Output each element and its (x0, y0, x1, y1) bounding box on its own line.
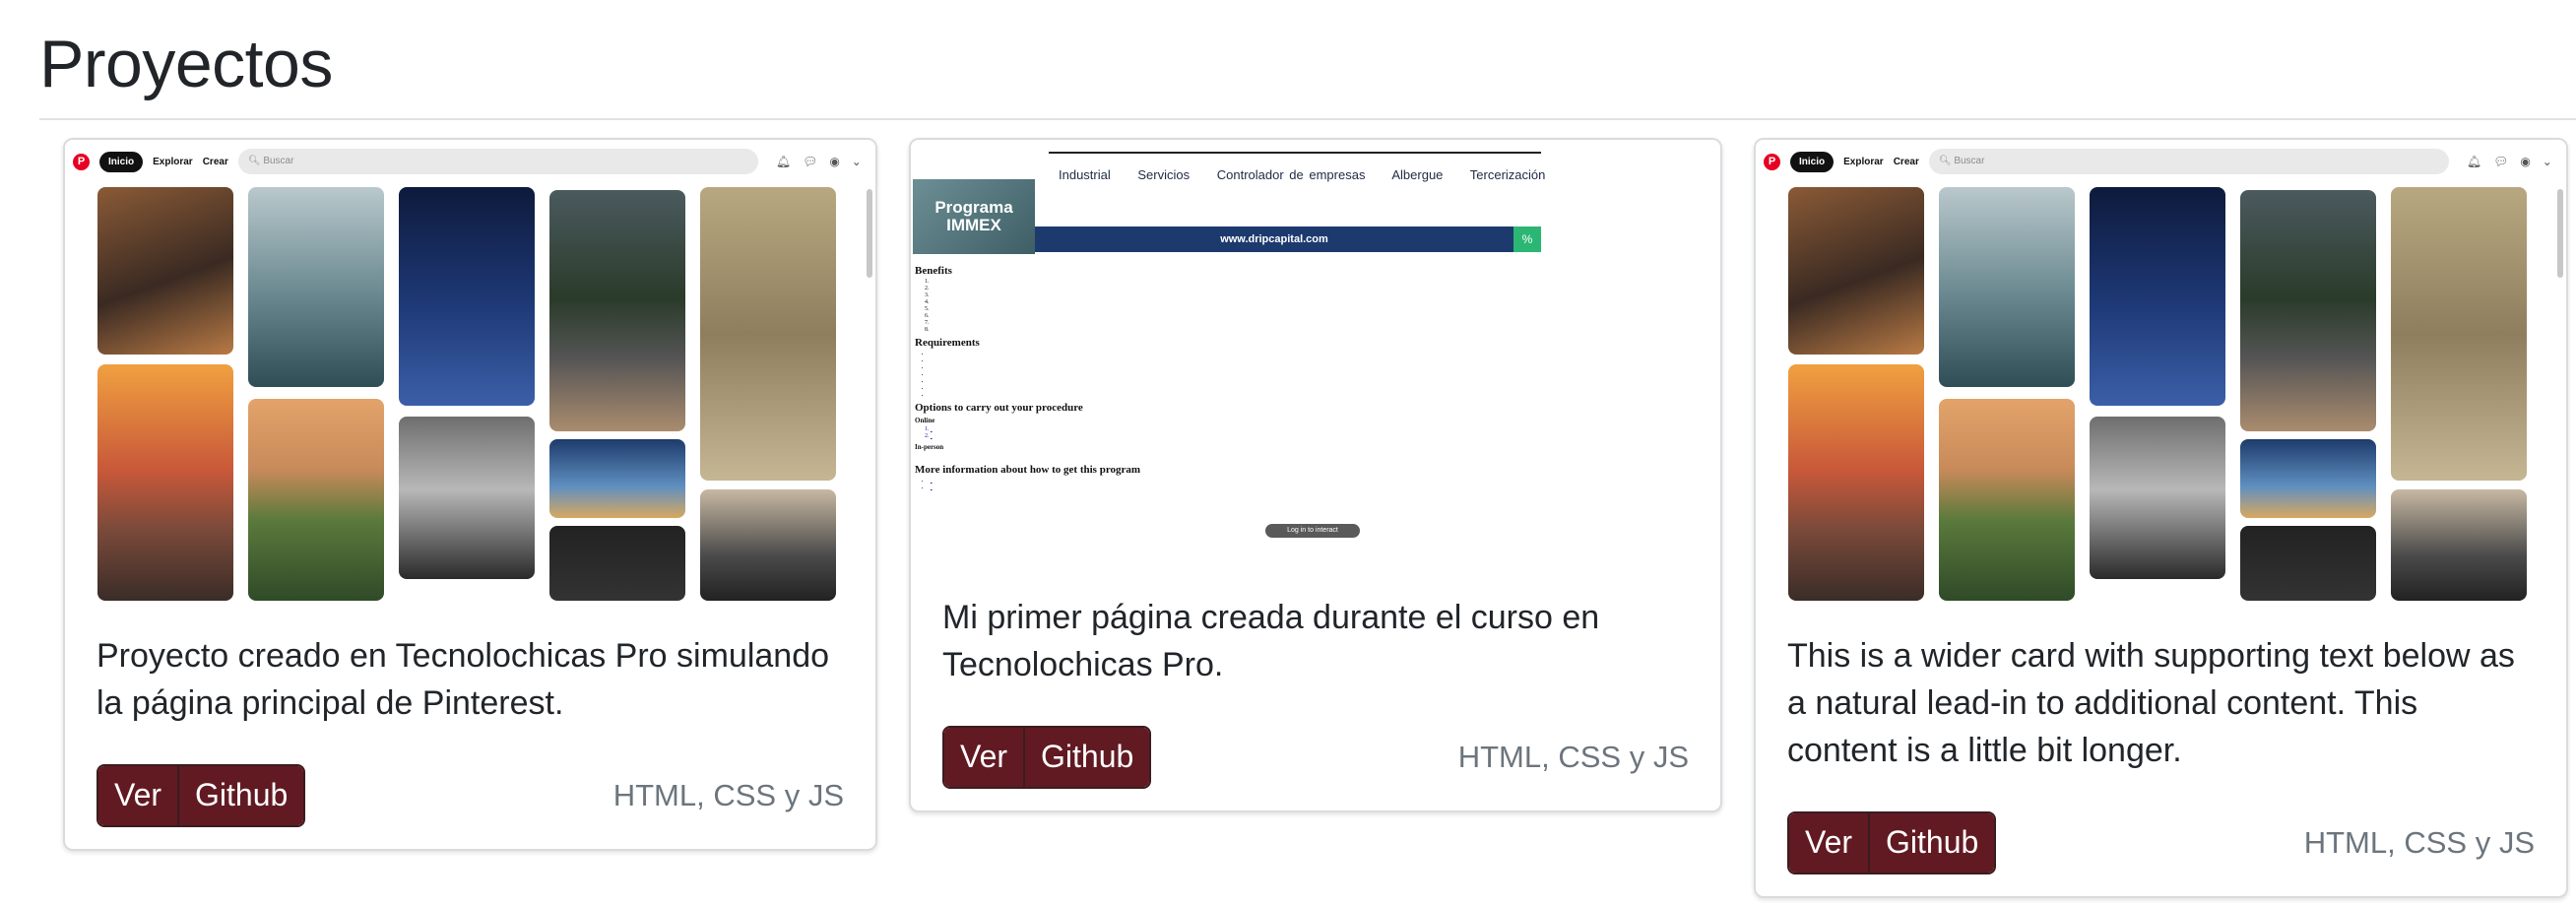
pin-street-fashion (2090, 417, 2225, 579)
pin-karst-lake (248, 187, 384, 387)
pinterest-navbar: P Inicio Explorar Crear 🔍︎ Buscar 🔔︎💬︎◉⌄ (1756, 140, 2566, 183)
card-body: Mi primer página creada durante el curso… (942, 594, 1689, 789)
tech-stack-label: HTML, CSS y JS (1457, 740, 1689, 774)
immex-nav-item: Tercerización (1469, 167, 1546, 182)
github-button[interactable]: Github (1023, 728, 1150, 787)
card-button-group: Ver Github (1787, 811, 1997, 874)
tech-stack-label: HTML, CSS y JS (612, 778, 844, 812)
pinterest-create-link: Crear (1893, 156, 1919, 167)
project-screenshot: Industrial Servicios Controlador de empr… (911, 140, 1720, 562)
card-description: Proyecto creado en Tecnolochicas Pro sim… (97, 637, 830, 722)
immex-benefits-list (931, 279, 1427, 334)
view-button[interactable]: Ver (1789, 813, 1869, 873)
pinterest-create-link: Crear (202, 156, 228, 167)
pin-autumn-leaves (1788, 187, 1924, 355)
pinterest-home-link: Inicio (1790, 151, 1835, 172)
project-card-pinterest: P Inicio Explorar Crear 🔍︎ Buscar 🔔︎💬︎◉⌄… (63, 138, 877, 851)
card-button-group: Ver Github (97, 764, 306, 827)
pin-prada-store (2240, 526, 2376, 601)
github-button[interactable]: Github (177, 766, 304, 825)
immex-banner: Programa IMMEX (913, 179, 1035, 254)
immex-heading: Benefits (915, 265, 952, 277)
immex-nav-item: Albergue (1391, 167, 1444, 182)
project-card-wide: P Inicio Explorar Crear 🔍︎ Buscar 🔔︎💬︎◉⌄… (1754, 138, 2568, 898)
immex-nav-item: Servicios (1137, 167, 1191, 182)
card-body: This is a wider card with supporting tex… (1787, 632, 2535, 874)
pinterest-action-icons: 🔔︎💬︎◉⌄ (775, 155, 873, 168)
immex-heading: More information about how to get this p… (915, 464, 1141, 476)
pin-city-skyline (700, 489, 836, 601)
immex-online-links (931, 426, 1427, 440)
pin-prada-store (549, 526, 685, 601)
pinterest-explore-link: Explorar (153, 156, 193, 167)
immex-heading: Options to carry out your procedure (915, 402, 1083, 414)
project-screenshot: P Inicio Explorar Crear 🔍︎ Buscar 🔔︎💬︎◉⌄ (65, 140, 875, 601)
pin-building (700, 187, 836, 481)
pinterest-search-input: 🔍︎ Buscar (237, 149, 758, 174)
immex-brand-icon: % (1513, 226, 1541, 252)
pin-city-skyline (2391, 489, 2527, 601)
pin-building (2391, 187, 2527, 481)
card-description: Mi primer página creada durante el curso… (942, 599, 1600, 683)
immex-heading: Online (915, 417, 935, 424)
immex-nav-item: Industrial (1059, 167, 1111, 182)
title-divider (39, 118, 2576, 120)
github-button[interactable]: Github (1868, 813, 1995, 873)
view-button[interactable]: Ver (98, 766, 178, 825)
immex-url-bar: www.dripcapital.com (1035, 226, 1513, 252)
pin-sunset-bridge (97, 364, 233, 601)
immex-navbar: Industrial Servicios Controlador de empr… (1059, 167, 1567, 182)
immex-more-links (931, 478, 1427, 491)
pin-pyramid (399, 187, 535, 406)
pinterest-explore-link: Explorar (1843, 156, 1884, 167)
card-footer: Ver Github HTML, CSS y JS (97, 764, 844, 827)
pin-guitar-player (549, 190, 685, 431)
pinterest-action-icons: 🔔︎💬︎◉⌄ (2466, 155, 2564, 168)
pinterest-search-input: 🔍︎ Buscar (1928, 149, 2449, 174)
immex-header-line (1049, 140, 1541, 154)
immex-address-line (915, 453, 1427, 461)
immex-heading: In-person (915, 443, 944, 451)
pin-green-valley (248, 399, 384, 601)
card-footer: Ver Github HTML, CSS y JS (942, 726, 1689, 789)
pin-pyramid (2090, 187, 2225, 406)
pin-autumn-leaves (97, 187, 233, 355)
pin-karst-lake (1939, 187, 2075, 387)
card-button-group: Ver Github (942, 726, 1152, 789)
screenshot-scrollbar (2557, 189, 2563, 278)
immex-heading: Requirements (915, 337, 980, 349)
pinterest-logo-icon: P (73, 153, 90, 170)
pin-guitar-player (2240, 190, 2376, 431)
pinterest-navbar: P Inicio Explorar Crear 🔍︎ Buscar 🔔︎💬︎◉⌄ (65, 140, 875, 183)
card-footer: Ver Github HTML, CSS y JS (1787, 811, 2535, 874)
pin-sunset-person (2240, 439, 2376, 518)
pinterest-logo-icon: P (1764, 153, 1780, 170)
pin-street-fashion (399, 417, 535, 579)
pin-sunset-person (549, 439, 685, 518)
immex-nav-item: Controlador de empresas (1216, 167, 1366, 182)
immex-document: Benefits Requirements Options to carry o… (915, 262, 1427, 491)
page-title: Proyectos (39, 27, 333, 101)
pin-sunset-bridge (1788, 364, 1924, 601)
pin-green-valley (1939, 399, 2075, 601)
view-button[interactable]: Ver (944, 728, 1024, 787)
pinterest-home-link: Inicio (99, 151, 144, 172)
immex-requirements-list (931, 351, 1427, 399)
screenshot-scrollbar (867, 189, 872, 278)
card-body: Proyecto creado en Tecnolochicas Pro sim… (97, 632, 844, 827)
tech-stack-label: HTML, CSS y JS (2303, 825, 2535, 860)
project-screenshot: P Inicio Explorar Crear 🔍︎ Buscar 🔔︎💬︎◉⌄ (1756, 140, 2566, 601)
card-description: This is a wider card with supporting tex… (1787, 637, 2515, 769)
immex-login-pill: Log in to interact (1265, 524, 1360, 538)
project-card-immex: Industrial Servicios Controlador de empr… (909, 138, 1722, 812)
